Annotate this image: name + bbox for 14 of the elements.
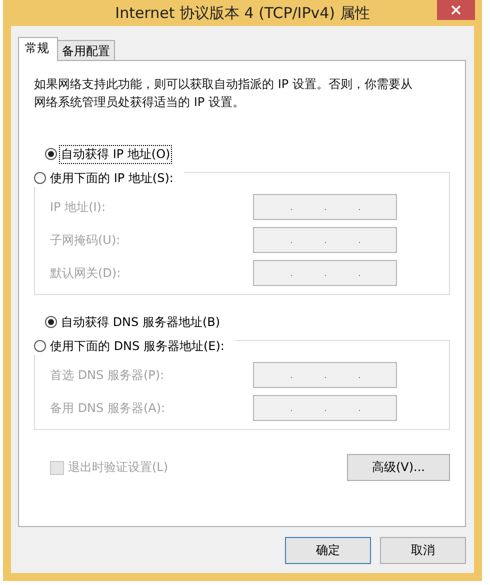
field-label: 子网掩码(U): [50, 232, 120, 248]
field-label: 默认网关(D): [50, 264, 121, 282]
field-label: 备用 DNS 服务器(A): [50, 400, 166, 416]
cancel-button[interactable]: 取消 [380, 537, 466, 564]
tab[interactable]: 备用配置 [57, 40, 115, 60]
field-label: 首选 DNS 服务器(P): [50, 366, 164, 384]
field-label: IP 地址(I): [50, 198, 106, 216]
description-text: 如果网络支持此功能，则可以获取自动指派的 IP 设置。否则，你需要从网络系统管理员处获得适当的 IP 设置。 [34, 76, 414, 111]
advanced-button[interactable]: 高级(V)... [347, 454, 450, 481]
close-button[interactable] [437, 0, 475, 20]
window-title: Internet 协议版本 4 (TCP/IPv4) 属性 [115, 4, 370, 22]
ok-button[interactable]: 确定 [285, 537, 371, 564]
tab[interactable]: 常规 [18, 37, 58, 61]
close-icon [451, 5, 461, 15]
